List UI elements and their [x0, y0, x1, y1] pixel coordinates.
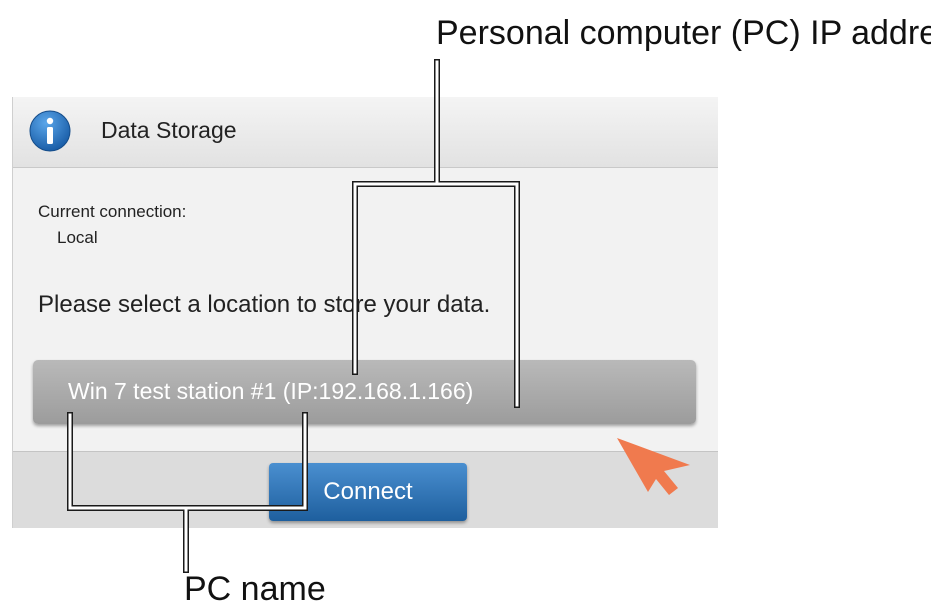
pc-station-option-button[interactable]: Win 7 test station #1 (IP:192.168.1.166)	[33, 360, 696, 424]
info-icon	[29, 110, 71, 152]
dialog-title: Data Storage	[101, 117, 237, 143]
storage-prompt: Please select a location to store your d…	[38, 291, 491, 318]
data-storage-dialog: Data Storage Current connection: Local P…	[12, 97, 718, 528]
dialog-header: Data Storage	[13, 97, 718, 168]
current-connection-label: Current connection:	[38, 202, 187, 221]
pc-station-label: Win 7 test station #1 (IP:192.168.1.166)	[68, 378, 474, 404]
current-connection-value: Local	[57, 228, 98, 247]
dialog-footer: Connect	[13, 451, 718, 528]
pc-name-callout-text: PC name	[184, 570, 326, 608]
connect-button-label: Connect	[323, 478, 413, 505]
ip-address-callout-text: Personal computer (PC) IP address	[436, 14, 931, 52]
connect-button[interactable]: Connect	[269, 463, 467, 521]
